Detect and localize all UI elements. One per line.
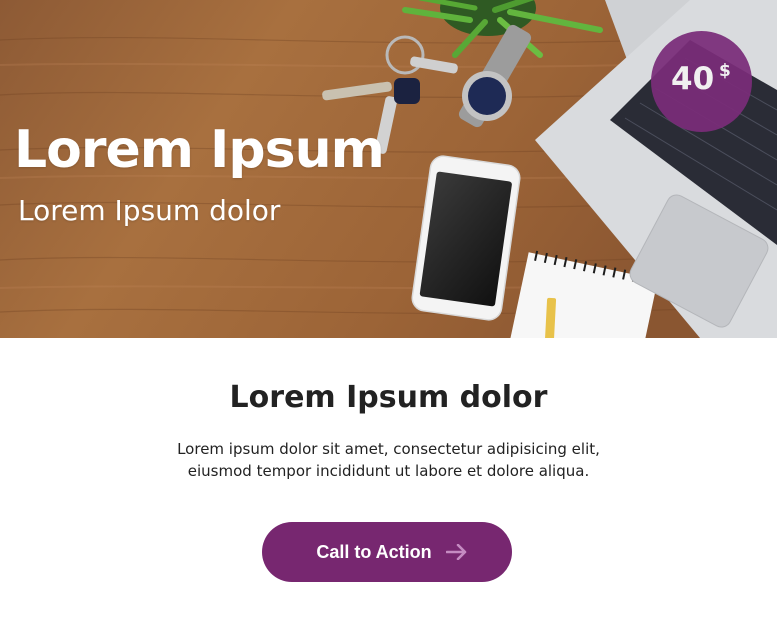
price-currency: $ bbox=[719, 61, 731, 81]
description-line-1: Lorem ipsum dolor sit amet, consectetur … bbox=[177, 440, 600, 458]
section-description: Lorem ipsum dolor sit amet, consectetur … bbox=[0, 438, 777, 482]
section-heading: Lorem Ipsum dolor bbox=[229, 380, 548, 415]
price-amount: 40 bbox=[671, 61, 715, 97]
arrow-right-icon bbox=[445, 544, 466, 560]
call-to-action-label: Call to Action bbox=[316, 541, 432, 562]
description-line-2: eiusmod tempor incididunt ut labore et d… bbox=[187, 462, 590, 480]
price-badge: 40 $ bbox=[651, 31, 752, 132]
call-to-action-button[interactable]: Call to Action bbox=[262, 522, 512, 582]
hero-title: Lorem Ipsum bbox=[14, 120, 385, 180]
hero-subtitle: Lorem Ipsum dolor bbox=[18, 194, 281, 227]
hero-banner: Lorem Ipsum Lorem Ipsum dolor 40 $ bbox=[0, 0, 777, 338]
